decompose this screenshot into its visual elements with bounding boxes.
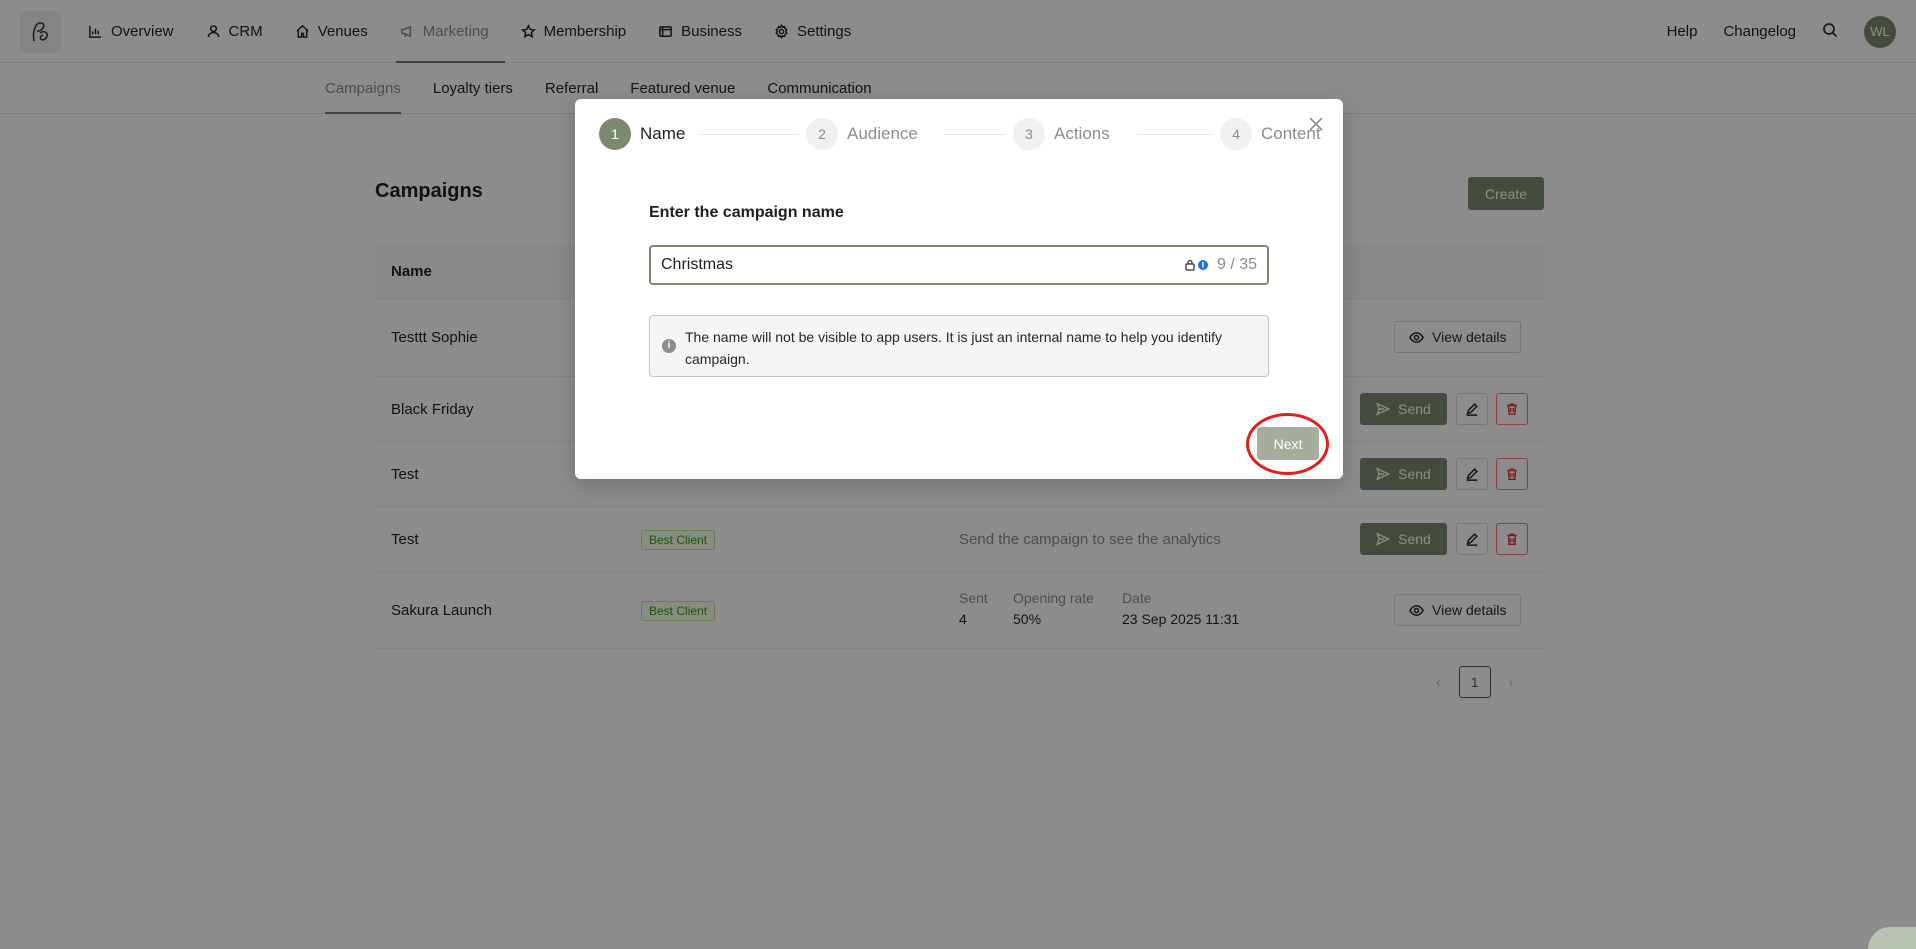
create-campaign-modal: 1 Name 2 Audience 3 Actions 4 Content En… [575, 99, 1343, 479]
info-circle-icon [1197, 260, 1208, 270]
step-number: 2 [806, 118, 838, 150]
wizard-steps: 1 Name 2 Audience 3 Actions 4 Content [599, 118, 1321, 150]
step-label: Content [1261, 124, 1321, 143]
step-number: 4 [1220, 118, 1252, 150]
highlight-annotation-circle [1246, 413, 1329, 475]
campaign-name-input[interactable] [651, 247, 1184, 283]
lock-icon [1185, 259, 1195, 271]
step-actions[interactable]: 3 Actions [1013, 118, 1110, 150]
step-connector [1137, 134, 1213, 135]
step-connector [699, 134, 799, 135]
info-alert-text: The name will not be visible to app user… [685, 329, 1222, 367]
character-counter: 9 / 35 [1216, 256, 1257, 273]
step-number: 3 [1013, 118, 1045, 150]
step-connector [944, 134, 1006, 135]
step-name[interactable]: 1 Name [599, 118, 685, 150]
step-audience[interactable]: 2 Audience [806, 118, 918, 150]
step-label: Name [640, 124, 686, 143]
step-content[interactable]: 4 Content [1220, 118, 1321, 150]
info-alert: i The name will not be visible to app us… [649, 315, 1269, 377]
step-label: Actions [1054, 124, 1110, 143]
password-manager-badge[interactable] [1184, 259, 1209, 271]
step-label: Audience [847, 124, 918, 143]
campaign-name-field: 9 / 35 [649, 245, 1269, 285]
info-icon: i [662, 339, 676, 353]
step-number: 1 [599, 118, 631, 150]
campaign-name-label: Enter the campaign name [649, 204, 844, 221]
